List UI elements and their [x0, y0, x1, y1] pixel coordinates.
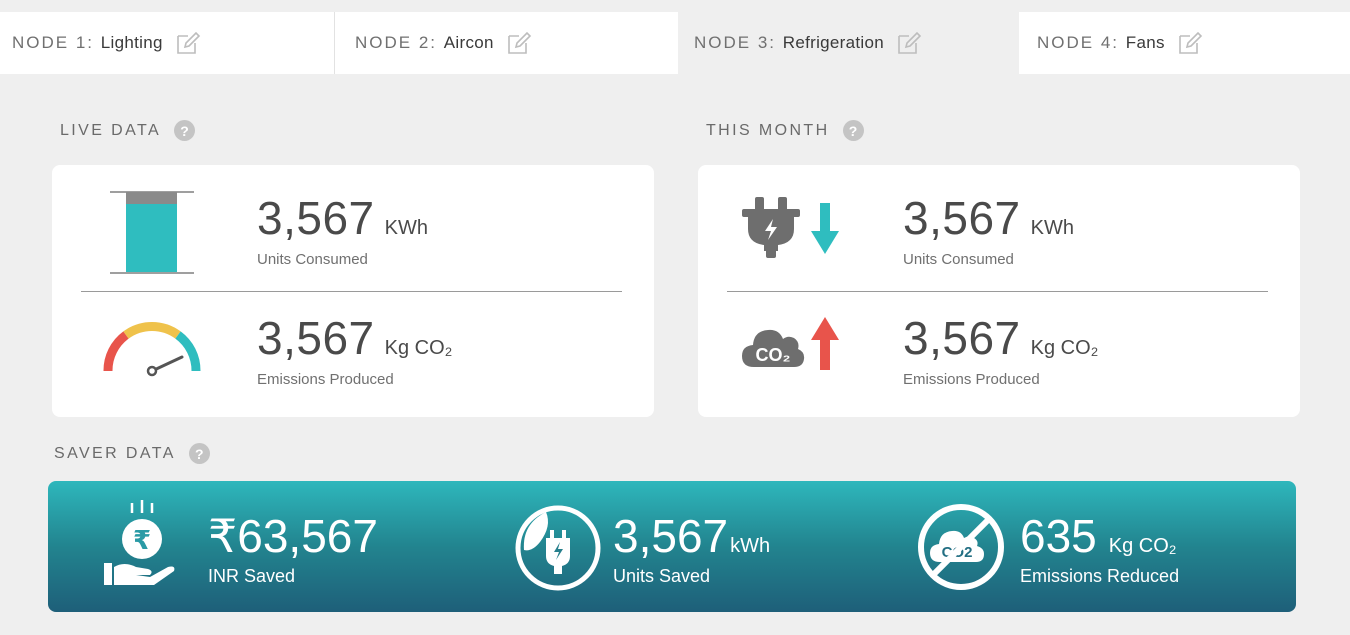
- month-consumed-unit: KWh: [1030, 217, 1074, 239]
- live-emissions-unit: Kg CO₂: [384, 337, 453, 359]
- tab-prefix: NODE 3:: [694, 33, 777, 52]
- battery-level-icon: [108, 189, 196, 280]
- edit-icon[interactable]: [896, 30, 922, 56]
- this-month-title: THIS MONTH ?: [706, 120, 864, 141]
- tab-prefix: NODE 4:: [1037, 33, 1120, 52]
- emissions-reduced-value: 635: [1020, 510, 1097, 562]
- plug-icon: [742, 195, 800, 264]
- units-saved-value-wrap: 3,567 kWh: [613, 513, 770, 559]
- arrow-down-icon: [810, 203, 840, 260]
- emissions-reduced-value-wrap: 635 Kg CO₂: [1020, 513, 1177, 559]
- live-consumed-label: Units Consumed: [257, 251, 368, 268]
- month-emissions-value: 3,567: [903, 312, 1021, 364]
- this-month-title-text: THIS MONTH: [706, 121, 830, 139]
- live-consumed-unit: KWh: [384, 217, 428, 239]
- tab-prefix: NODE 2:: [355, 33, 438, 52]
- emissions-reduced-unit: Kg CO₂: [1108, 535, 1177, 557]
- month-emissions-produced: 3,567 Kg CO₂ Emissions Produced: [903, 315, 1098, 388]
- tab-node-1[interactable]: NODE 1: Lighting: [0, 12, 334, 74]
- node-tabs: NODE 1: Lighting NODE 2: Aircon NODE 3: …: [0, 0, 1350, 74]
- help-icon[interactable]: ?: [842, 120, 864, 141]
- inr-saved-value: ₹63,567: [208, 510, 378, 562]
- live-data-card: 3,567 KWh Units Consumed 3,567 Kg CO₂ Emis…: [52, 165, 654, 417]
- units-saved-unit: kWh: [730, 535, 771, 557]
- saver-data-title-text: SAVER DATA: [54, 444, 176, 462]
- month-consumed-label: Units Consumed: [903, 251, 1014, 268]
- arrow-up-icon: [810, 317, 840, 376]
- gauge-icon: [100, 315, 204, 382]
- leaf-plug-icon: [514, 504, 602, 597]
- month-consumed-value: 3,567: [903, 192, 1021, 244]
- cloud-co2-text: CO₂: [756, 345, 791, 365]
- tab-node-4[interactable]: NODE 4: Fans: [1019, 12, 1350, 74]
- edit-icon[interactable]: [175, 30, 201, 56]
- this-month-card: 3,567 KWh Units Consumed CO₂ 3,567 Kg CO₂ …: [698, 165, 1300, 417]
- inr-saved-label: INR Saved: [208, 566, 296, 586]
- co2-cloud-icon: CO₂: [740, 323, 806, 374]
- tab-name: Fans: [1125, 33, 1165, 52]
- row-divider: [727, 291, 1268, 292]
- tab-node-2[interactable]: NODE 2: Aircon: [335, 12, 678, 74]
- month-emissions-label: Emissions Produced: [903, 371, 1040, 388]
- saver-banner: ₹ ₹63,567 INR Saved 3,567 kWh Units Saved…: [48, 481, 1296, 612]
- tab-name: Refrigeration: [782, 33, 884, 52]
- tab-node-3[interactable]: NODE 3: Refrigeration: [678, 12, 1019, 74]
- live-data-title-text: LIVE DATA: [60, 121, 162, 139]
- live-emissions-value: 3,567: [257, 312, 375, 364]
- no-co2-icon: CO2: [916, 502, 1006, 597]
- live-units-consumed: 3,567 KWh Units Consumed: [257, 195, 428, 268]
- help-icon[interactable]: ?: [188, 443, 210, 464]
- month-emissions-unit: Kg CO₂: [1030, 337, 1099, 359]
- help-icon[interactable]: ?: [174, 120, 196, 141]
- edit-icon[interactable]: [506, 30, 532, 56]
- live-emissions-produced: 3,567 Kg CO₂ Emissions Produced: [257, 315, 452, 388]
- tab-name: Aircon: [443, 33, 494, 52]
- rupee-hand-icon: ₹: [102, 499, 182, 594]
- units-saved-label: Units Saved: [613, 566, 711, 586]
- tab-prefix: NODE 1:: [12, 33, 95, 52]
- edit-icon[interactable]: [1177, 30, 1203, 56]
- live-data-title: LIVE DATA ?: [60, 120, 196, 141]
- saver-data-title: SAVER DATA ?: [54, 443, 210, 464]
- month-units-consumed: 3,567 KWh Units Consumed: [903, 195, 1074, 268]
- live-emissions-label: Emissions Produced: [257, 371, 394, 388]
- live-consumed-value: 3,567: [257, 192, 375, 244]
- tab-name: Lighting: [100, 33, 163, 52]
- row-divider: [81, 291, 622, 292]
- rupee-symbol: ₹: [133, 526, 151, 556]
- units-saved-value: 3,567: [613, 510, 729, 562]
- emissions-reduced-label: Emissions Reduced: [1020, 566, 1180, 586]
